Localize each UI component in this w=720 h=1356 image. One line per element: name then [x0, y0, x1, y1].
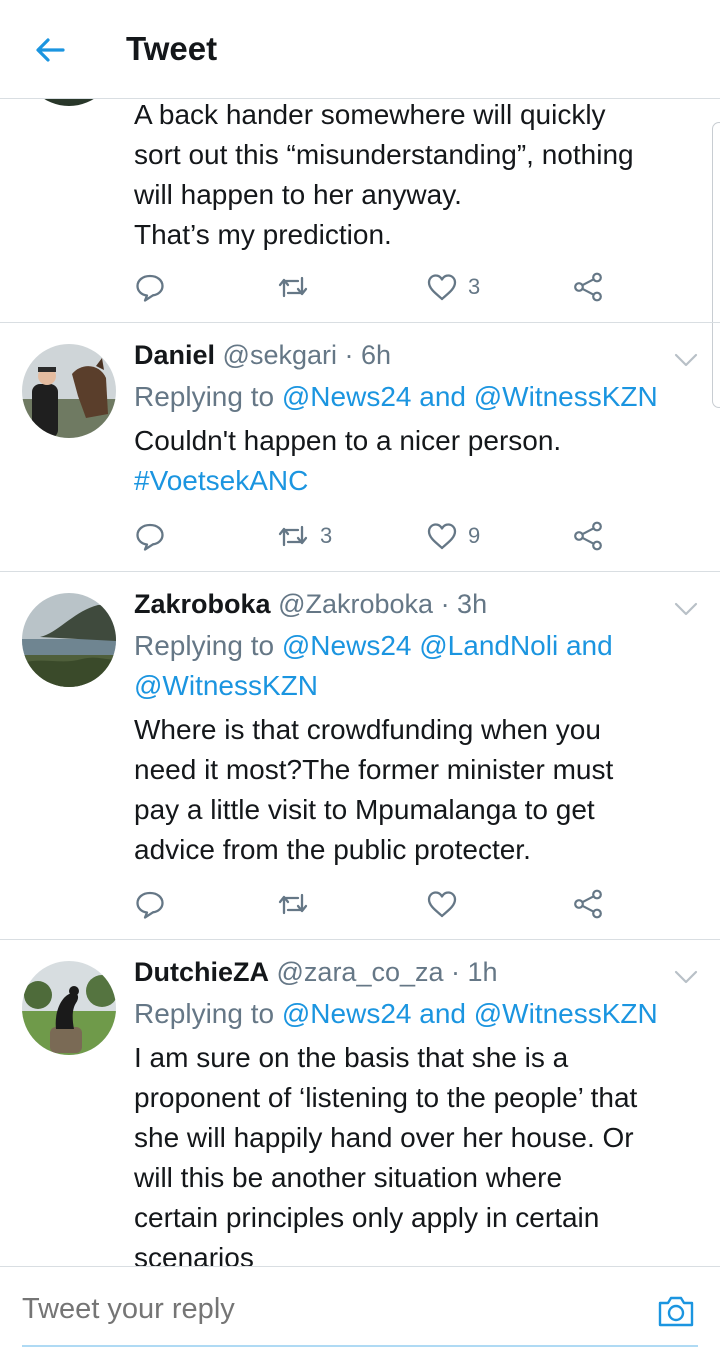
camera-icon — [658, 1296, 694, 1327]
tweet-actions: 3 — [134, 267, 614, 307]
share-button[interactable] — [572, 884, 604, 924]
display-name[interactable]: Zakroboka — [134, 589, 271, 619]
mention-link[interactable]: @WitnessKZN — [474, 381, 658, 412]
retweet-count: 3 — [320, 523, 333, 548]
mention-link[interactable]: @News24 — [282, 630, 412, 661]
user-handle[interactable]: @Zakroboka — [278, 589, 433, 619]
chevron-down-icon[interactable] — [672, 967, 700, 987]
timestamp: · 3h — [440, 589, 488, 619]
heart-icon — [427, 523, 457, 550]
replying-to: Replying to @News24 and @WitnessKZN — [134, 998, 658, 1029]
retweet-button[interactable] — [276, 267, 310, 307]
share-icon — [574, 272, 602, 302]
user-handle[interactable]: @zara_co_za — [277, 957, 444, 987]
tweet-text: I am sure on the basis that she is a pro… — [134, 1042, 638, 1266]
reply-input[interactable] — [22, 1293, 582, 1326]
heart-icon — [427, 274, 457, 301]
like-button[interactable]: 9 — [426, 516, 480, 556]
page-title: Tweet — [126, 30, 218, 67]
retweet-button[interactable]: 3 — [276, 516, 332, 556]
replying-to: Replying to @News24 and @WitnessKZN — [134, 381, 658, 412]
reply-composer — [0, 1266, 720, 1356]
tweet[interactable]: DutchieZA @zara_co_za · 1h Replying to @… — [0, 939, 720, 1266]
timestamp: · 6h — [344, 340, 392, 370]
tweet[interactable]: A back hander somewhere will quickly sor… — [0, 98, 720, 323]
back-button[interactable] — [30, 30, 70, 70]
tweet-actions — [134, 884, 614, 924]
replying-to-continued: @WitnessKZN — [134, 666, 318, 706]
tweet-text: Couldn't happen to a nicer person. #Voet… — [134, 421, 704, 501]
share-button[interactable] — [572, 516, 604, 556]
reply-icon — [136, 891, 164, 919]
tweet-meta: DutchieZA @zara_co_za · 1h — [134, 957, 498, 988]
retweet-icon — [278, 525, 308, 547]
tweet-actions: 3 9 — [134, 516, 614, 556]
tweet[interactable]: Zakroboka @Zakroboka · 3h Replying to @N… — [0, 571, 720, 940]
tweet-text: Where is that crowdfunding when you need… — [134, 714, 614, 865]
tweet[interactable]: Daniel @sekgari · 6h Replying to @News24… — [0, 322, 720, 572]
mention-link[interactable]: @News24 — [282, 381, 412, 412]
timestamp: · 1h — [451, 957, 498, 987]
display-name[interactable]: Daniel — [134, 340, 215, 370]
reply-button[interactable] — [134, 884, 166, 924]
share-button[interactable] — [572, 267, 604, 307]
like-button[interactable] — [426, 884, 458, 924]
replying-to: Replying to @News24 @LandNoli and — [134, 630, 613, 661]
retweet-icon — [278, 893, 308, 915]
chevron-down-icon[interactable] — [672, 350, 700, 370]
display-name[interactable]: DutchieZA — [134, 957, 269, 987]
avatar[interactable] — [22, 98, 116, 106]
chevron-down-icon[interactable] — [672, 599, 700, 619]
mention-link[interactable]: @News24 — [282, 998, 412, 1029]
input-underline — [22, 1345, 698, 1347]
reply-icon — [136, 523, 164, 551]
retweet-icon — [278, 276, 308, 298]
like-button[interactable]: 3 — [426, 267, 480, 307]
reply-icon — [136, 274, 164, 302]
avatar[interactable] — [22, 344, 116, 438]
tweet-text: A back hander somewhere will quickly sor… — [134, 99, 634, 250]
like-count: 3 — [468, 274, 481, 299]
mention-link[interactable]: @WitnessKZN — [474, 998, 658, 1029]
avatar[interactable] — [22, 593, 116, 687]
share-icon — [574, 889, 602, 919]
mention-link[interactable]: @LandNoli — [419, 630, 558, 661]
like-count: 9 — [468, 523, 481, 548]
user-handle[interactable]: @sekgari — [223, 340, 337, 370]
avatar[interactable] — [22, 961, 116, 1055]
camera-button[interactable] — [656, 1293, 696, 1329]
arrow-left-icon — [36, 38, 65, 62]
reply-button[interactable] — [134, 516, 166, 556]
retweet-button[interactable] — [276, 884, 310, 924]
share-icon — [574, 521, 602, 551]
hashtag-link[interactable]: #VoetsekANC — [134, 461, 704, 501]
reply-button[interactable] — [134, 267, 166, 307]
mention-link[interactable]: @WitnessKZN — [134, 670, 318, 701]
heart-icon — [427, 891, 457, 918]
tweet-meta: Daniel @sekgari · 6h — [134, 340, 391, 371]
tweet-meta: Zakroboka @Zakroboka · 3h — [134, 589, 487, 620]
reply-feed: A back hander somewhere will quickly sor… — [0, 98, 720, 1266]
top-bar: Tweet — [0, 0, 720, 99]
